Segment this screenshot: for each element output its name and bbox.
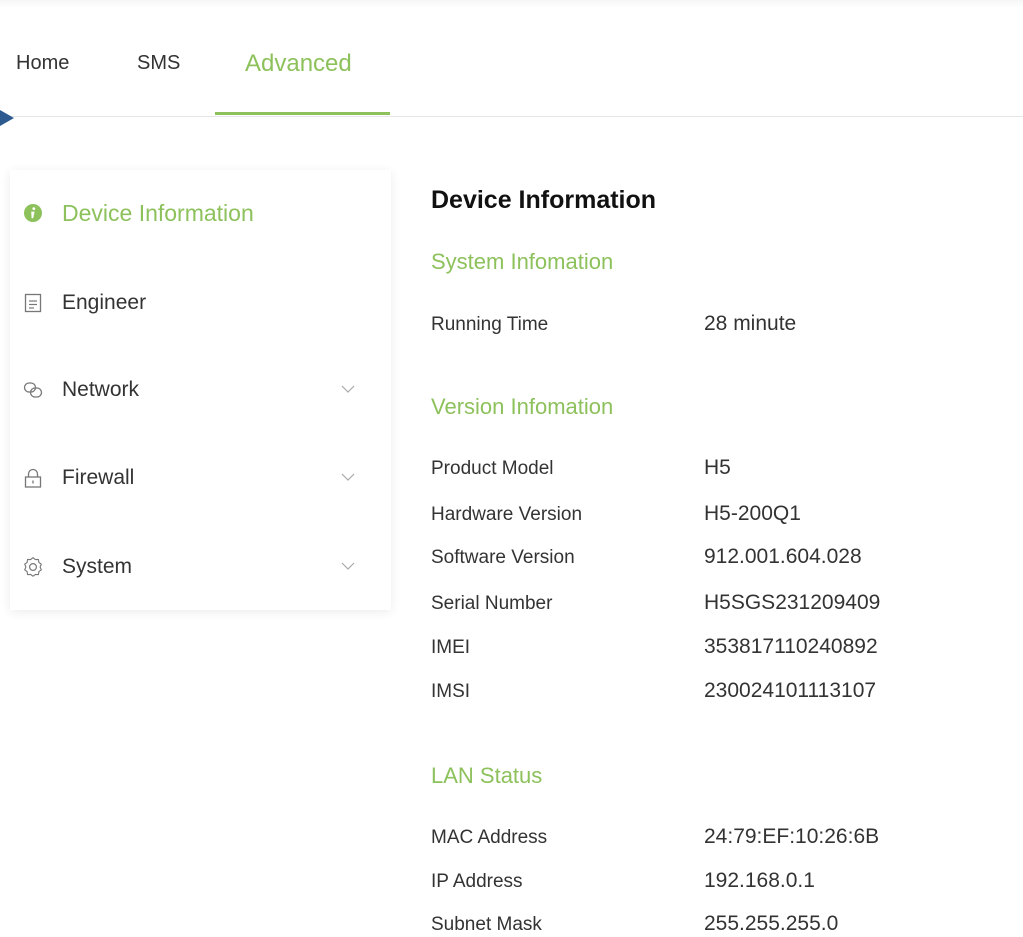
active-tab-underline — [215, 112, 390, 115]
sidebar-item-label: Network — [62, 378, 140, 401]
sidebar-item-label: Firewall — [62, 466, 135, 489]
lock-icon — [24, 468, 42, 488]
chevron-down-icon[interactable] — [341, 383, 355, 395]
row-value: H5 — [704, 456, 731, 479]
row-value: H5-200Q1 — [704, 502, 801, 525]
chevron-down-icon[interactable] — [341, 471, 355, 483]
row-label: Serial Number — [431, 593, 553, 614]
sidebar-item-firewall[interactable]: Firewall — [10, 457, 391, 501]
sidebar-item-device-information[interactable]: Device Information — [10, 192, 391, 236]
row-label: IP Address — [431, 871, 523, 892]
row-value: 255.255.255.0 — [704, 912, 839, 935]
tab-home[interactable]: Home — [16, 52, 69, 75]
section-title-system: System Infomation — [431, 249, 614, 274]
row-value: 192.168.0.1 — [704, 869, 815, 892]
sidebar-item-label: System — [62, 555, 133, 578]
sidebar-item-label: Device Information — [62, 200, 254, 226]
info-icon — [24, 204, 42, 222]
document-icon — [24, 293, 42, 313]
section-title-version: Version Infomation — [431, 394, 614, 419]
page-title: Device Information — [431, 186, 657, 214]
tab-advanced[interactable]: Advanced — [245, 50, 352, 78]
section-title-lan: LAN Status — [431, 763, 543, 788]
tab-sms[interactable]: SMS — [137, 52, 180, 75]
sidebar-item-label: Engineer — [62, 291, 147, 314]
row-label: MAC Address — [431, 827, 548, 848]
row-label: Subnet Mask — [431, 914, 542, 935]
row-value: 353817110240892 — [704, 635, 878, 658]
sidebar-item-network[interactable]: Network — [10, 369, 391, 413]
sidebar-item-engineer[interactable]: Engineer — [10, 282, 391, 326]
network-icon — [23, 382, 43, 398]
sidebar-menu: Device Information Engineer Network Fire… — [10, 170, 391, 610]
pointer-arrow-icon — [0, 110, 14, 126]
row-label: Running Time — [431, 314, 549, 335]
chevron-down-icon[interactable] — [341, 560, 355, 572]
row-label: IMEI — [431, 637, 471, 658]
row-label: Software Version — [431, 547, 575, 568]
row-label: Hardware Version — [431, 504, 583, 525]
row-label: Product Model — [431, 458, 554, 479]
row-label: IMSI — [431, 681, 471, 702]
row-value: 912.001.604.028 — [704, 545, 862, 568]
row-value: 230024101113107 — [704, 679, 877, 702]
gear-icon — [24, 557, 42, 577]
sidebar-item-system[interactable]: System — [10, 546, 391, 590]
row-value: 24:79:EF:10:26:6B — [704, 825, 880, 848]
top-navigation: Home SMS Advanced — [0, 0, 1023, 117]
row-value: 28 minute — [704, 312, 797, 335]
row-value: H5SGS231209409 — [704, 591, 881, 614]
